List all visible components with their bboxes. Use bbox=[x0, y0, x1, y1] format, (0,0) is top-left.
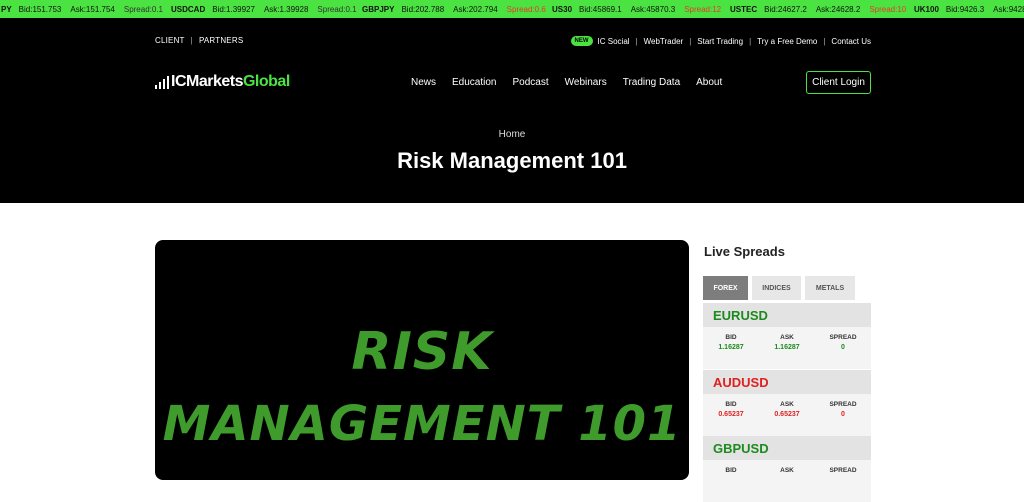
main-nav: News Education Podcast Webinars Trading … bbox=[411, 77, 738, 88]
spread-value: 0 bbox=[841, 411, 845, 418]
ask-label: ASK bbox=[780, 401, 794, 408]
spread-card: GBPUSD BID ASK SPREAD bbox=[703, 436, 871, 502]
new-badge: NEW bbox=[570, 36, 593, 46]
nav-news[interactable]: News bbox=[411, 77, 436, 88]
ticker-item[interactable]: USDCAD Bid:1.39927 Ask:1.39928 Spread:0.1 bbox=[171, 5, 357, 14]
tab-forex[interactable]: FOREX bbox=[703, 276, 748, 300]
page-title: Risk Management 101 bbox=[397, 148, 627, 173]
bid-label: BID bbox=[725, 401, 737, 408]
ticker-bid: Bid:202.788 bbox=[401, 5, 445, 14]
ticker-ask: Ask:9428.3 bbox=[993, 5, 1024, 14]
pair-name: EURUSD bbox=[703, 303, 871, 327]
ticker-bid: Bid:151.753 bbox=[18, 5, 62, 14]
hero-text-line2: MANAGEMENT 101 bbox=[162, 396, 682, 452]
client-login-button[interactable]: Client Login bbox=[806, 71, 871, 94]
free-demo-link[interactable]: Try a Free Demo bbox=[757, 37, 817, 46]
live-spreads-title: Live Spreads bbox=[704, 244, 785, 259]
ask-value: 0.65237 bbox=[774, 411, 800, 418]
separator: | bbox=[635, 36, 638, 46]
logo-ic: IC bbox=[171, 73, 187, 90]
ticker-ask: Ask:24628.2 bbox=[815, 5, 861, 14]
breadcrumb[interactable]: Home bbox=[0, 129, 1024, 140]
separator: | bbox=[190, 36, 193, 45]
spread-label: SPREAD bbox=[829, 467, 857, 474]
pair-name: AUDUSD bbox=[703, 370, 871, 394]
article-hero-image: RISK MANAGEMENT 101 bbox=[155, 240, 689, 480]
site-logo[interactable]: ICMarketsGlobal bbox=[155, 73, 290, 90]
start-trading-link[interactable]: Start Trading bbox=[697, 37, 743, 46]
spread-value: 0 bbox=[841, 344, 845, 351]
partners-link[interactable]: PARTNERS bbox=[199, 36, 243, 45]
price-ticker: PY Bid:151.753 Ask:151.754 Spread:0.1 USDCA… bbox=[0, 0, 1024, 18]
bid-value: 0.65237 bbox=[718, 411, 744, 418]
ticker-item[interactable]: PY Bid:151.753 Ask:151.754 Spread:0.1 bbox=[1, 5, 163, 14]
ticker-ask: Ask:202.794 bbox=[453, 5, 498, 14]
bid-label: BID bbox=[725, 467, 737, 474]
pair-name: GBPUSD bbox=[703, 436, 871, 460]
spread-label: SPREAD bbox=[829, 401, 857, 408]
ic-social-link[interactable]: IC Social bbox=[598, 37, 630, 46]
logo-global: Global bbox=[242, 73, 290, 90]
nav-education[interactable]: Education bbox=[452, 77, 496, 88]
spread-label: SPREAD bbox=[829, 334, 857, 341]
ticker-item[interactable]: US30 Bid:45869.1 Ask:45870.3 Spread:12 bbox=[552, 5, 721, 14]
ask-value: 1.16287 bbox=[774, 344, 800, 351]
site-header: CLIENT | PARTNERS NEW IC Social | WebTrade… bbox=[0, 18, 1024, 203]
ticker-bid: Bid:24627.2 bbox=[764, 5, 807, 14]
bars-icon bbox=[155, 74, 169, 89]
hero-text-line1: RISK bbox=[351, 322, 493, 382]
ask-label: ASK bbox=[780, 467, 794, 474]
ticker-bid: Bid:9426.3 bbox=[945, 5, 985, 14]
ticker-spread: Spread:10 bbox=[869, 5, 907, 14]
ticker-item[interactable]: UK100 Bid:9426.3 Ask:9428.3 bbox=[914, 5, 1024, 14]
spread-card: EURUSD BID 1.16287 ASK 1.16287 SPREAD 0 bbox=[703, 303, 871, 369]
nav-webinars[interactable]: Webinars bbox=[565, 77, 607, 88]
ticker-symbol: USDCAD bbox=[171, 5, 206, 14]
ticker-symbol: US30 bbox=[552, 5, 573, 14]
ticker-item[interactable]: GBPJPY Bid:202.788 Ask:202.794 Spread:0.6 bbox=[362, 5, 546, 14]
ticker-bid: Bid:45869.1 bbox=[579, 5, 622, 14]
nav-podcast[interactable]: Podcast bbox=[513, 77, 549, 88]
client-link[interactable]: CLIENT bbox=[155, 36, 185, 45]
ticker-ask: Ask:1.39928 bbox=[263, 5, 309, 14]
nav-trading-data[interactable]: Trading Data bbox=[623, 77, 680, 88]
separator: | bbox=[689, 36, 692, 46]
utility-links: NEW IC Social | WebTrader | Start Tradin… bbox=[570, 36, 871, 46]
contact-link[interactable]: Contact Us bbox=[831, 37, 871, 46]
tab-indices[interactable]: INDICES bbox=[752, 276, 801, 300]
ticker-symbol: GBPJPY bbox=[362, 5, 395, 14]
ticker-item[interactable]: USTEC Bid:24627.2 Ask:24628.2 Spread:10 bbox=[730, 5, 906, 14]
ticker-ask: Ask:151.754 bbox=[70, 5, 115, 14]
spread-tabs: FOREX INDICES METALS bbox=[703, 276, 855, 300]
ticker-ask: Ask:45870.3 bbox=[630, 5, 676, 14]
ticker-bid: Bid:1.39927 bbox=[212, 5, 255, 14]
bid-label: BID bbox=[725, 334, 737, 341]
ticker-spread: Spread:0.1 bbox=[317, 5, 357, 14]
spread-card: AUDUSD BID 0.65237 ASK 0.65237 SPREAD 0 bbox=[703, 370, 871, 436]
ticker-spread: Spread:0.1 bbox=[123, 5, 163, 14]
ticker-spread: Spread:0.6 bbox=[506, 5, 546, 14]
ticker-symbol: PY bbox=[1, 5, 12, 14]
nav-about[interactable]: About bbox=[696, 77, 722, 88]
tab-metals[interactable]: METALS bbox=[805, 276, 855, 300]
separator: | bbox=[823, 36, 826, 46]
ask-label: ASK bbox=[780, 334, 794, 341]
account-links: CLIENT | PARTNERS bbox=[155, 36, 243, 45]
logo-markets: Markets bbox=[186, 73, 243, 90]
bid-value: 1.16287 bbox=[718, 344, 744, 351]
ticker-symbol: USTEC bbox=[730, 5, 758, 14]
ticker-symbol: UK100 bbox=[914, 5, 939, 14]
separator: | bbox=[749, 36, 752, 46]
ticker-spread: Spread:12 bbox=[684, 5, 722, 14]
webtrader-link[interactable]: WebTrader bbox=[644, 37, 684, 46]
